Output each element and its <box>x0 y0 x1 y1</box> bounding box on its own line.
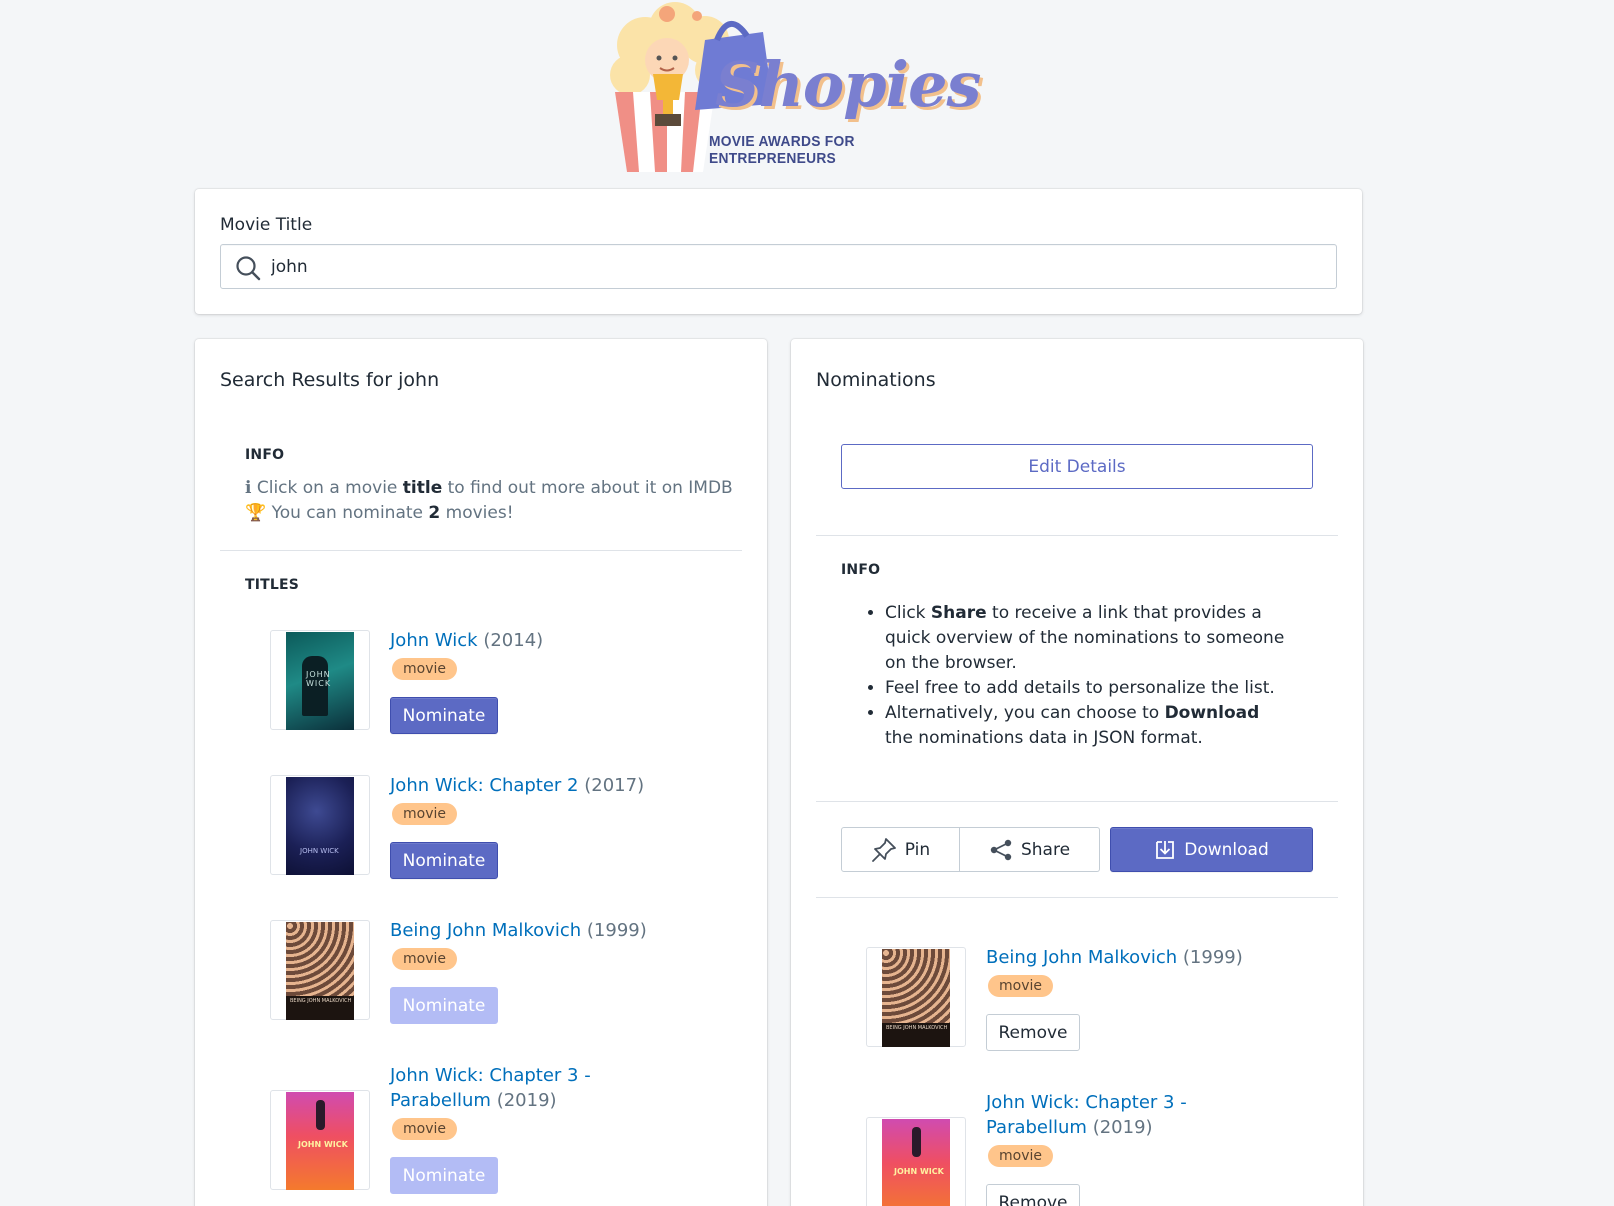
movie-year: (2019) <box>1092 1117 1153 1138</box>
nominate-button[interactable]: Nominate <box>390 697 498 734</box>
info-imdb-line: ℹ Click on a movie title to find out mor… <box>245 478 733 498</box>
search-card: Movie Title <box>195 189 1362 314</box>
pin-label: Pin <box>904 839 931 860</box>
nominations-divider-bottom <box>816 897 1338 898</box>
results-info-heading: INFO <box>245 447 285 463</box>
shopies-logo: Shopies MOVIE AWARDS FOR ENTREPRENEURS <box>605 0 981 176</box>
movie-year: (2019) <box>496 1090 557 1111</box>
movie-year: (1999) <box>1182 947 1243 968</box>
search-field[interactable] <box>220 244 1337 289</box>
result-item: JOHN WICK John Wick (2014) movie Nominate <box>245 628 725 758</box>
pin-share-button-group: Pin Share <box>841 827 1100 872</box>
result-item: JOHN WICK John Wick: Chapter 3 - Parabel… <box>245 1063 725 1194</box>
movie-title: Being John Malkovich (1999) <box>390 918 650 943</box>
movie-title: John Wick: Chapter 2 (2017) <box>390 773 650 798</box>
nominations-info-list: Click Share to receive a link that provi… <box>861 601 1291 751</box>
movie-year: (2014) <box>483 630 544 651</box>
logo-subtitle: MOVIE AWARDS FOR ENTREPRENEURS <box>709 133 855 167</box>
being-john-malkovich-poster-image: BEING JOHN MALKOVICH <box>286 922 354 1020</box>
john-wick-poster-image: JOHN WICK <box>286 632 354 730</box>
john-wick-3-poster-image: JOHN WICK <box>286 1092 354 1190</box>
logo-wordmark: Shopies <box>715 48 981 121</box>
poster-thumbnail[interactable]: JOHN WICK <box>270 630 370 730</box>
edit-details-button[interactable]: Edit Details <box>841 444 1313 489</box>
info-details-bullet: Feel free to add details to personalize … <box>885 676 1291 701</box>
movie-title-link[interactable]: John Wick: Chapter 3 - Parabellum <box>986 1092 1187 1138</box>
nominations-card: Nominations Edit Details INFO Click Shar… <box>791 339 1363 1206</box>
poster-thumbnail[interactable]: JOHN WICK <box>270 1090 370 1190</box>
result-item: BEING JOHN MALKOVICH Being John Malkovic… <box>245 918 725 1048</box>
search-input[interactable] <box>271 251 1321 283</box>
download-label: Download <box>1184 839 1269 860</box>
type-badge: movie <box>392 658 457 680</box>
movie-title-label: Movie Title <box>220 215 313 235</box>
results-divider <box>220 550 742 551</box>
remove-button[interactable]: Remove <box>986 1184 1080 1206</box>
nominated-item: JOHN WICK John Wick: Chapter 3 - Parabel… <box>841 1090 1321 1206</box>
type-badge: movie <box>392 1118 457 1140</box>
nominate-button-disabled[interactable]: Nominate <box>390 1157 498 1194</box>
movie-title: John Wick: Chapter 3 - Parabellum (2019) <box>390 1063 650 1113</box>
movie-title: Being John Malkovich (1999) <box>986 945 1246 970</box>
john-wick-2-poster-image: JOHN WICK <box>286 777 354 875</box>
movie-title: John Wick: Chapter 3 - Parabellum (2019) <box>986 1090 1246 1140</box>
nominations-divider-mid <box>816 801 1338 802</box>
nominate-button-disabled[interactable]: Nominate <box>390 987 498 1024</box>
type-badge: movie <box>392 948 457 970</box>
nominations-info-heading: INFO <box>841 562 881 578</box>
titles-heading: TITLES <box>245 577 300 593</box>
results-title: Search Results for john <box>220 369 440 391</box>
movie-title-link[interactable]: John Wick: Chapter 3 - Parabellum <box>390 1065 591 1111</box>
result-item: JOHN WICK John Wick: Chapter 2 (2017) mo… <box>245 773 725 903</box>
type-badge: movie <box>392 803 457 825</box>
search-results-card: Search Results for john INFO ℹ Click on … <box>195 339 767 1206</box>
being-john-malkovich-poster-image: BEING JOHN MALKOVICH <box>882 949 950 1047</box>
movie-title: John Wick (2014) <box>390 628 650 653</box>
info-share-bullet: Click Share to receive a link that provi… <box>885 601 1291 676</box>
poster-thumbnail[interactable]: JOHN WICK <box>866 1117 966 1206</box>
download-button[interactable]: Download <box>1110 827 1313 872</box>
search-icon <box>236 256 261 281</box>
nominate-button[interactable]: Nominate <box>390 842 498 879</box>
type-badge: movie <box>988 1145 1053 1167</box>
download-icon <box>1156 840 1175 859</box>
john-wick-3-poster-image: JOHN WICK <box>882 1119 950 1206</box>
poster-thumbnail[interactable]: BEING JOHN MALKOVICH <box>866 947 966 1047</box>
info-download-bullet: Alternatively, you can choose to Downloa… <box>885 701 1291 751</box>
share-icon <box>990 839 1012 860</box>
share-button[interactable]: Share <box>960 827 1100 872</box>
nominated-item: BEING JOHN MALKOVICH Being John Malkovic… <box>841 945 1321 1075</box>
info-nominate-limit-line: 🏆 You can nominate 2 movies! <box>245 503 514 523</box>
remove-button[interactable]: Remove <box>986 1014 1080 1051</box>
movie-title-link[interactable]: John Wick: Chapter 2 <box>390 775 579 796</box>
movie-title-link[interactable]: Being John Malkovich <box>390 920 581 941</box>
pin-icon <box>871 837 896 862</box>
type-badge: movie <box>988 975 1053 997</box>
share-label: Share <box>1020 839 1071 860</box>
movie-year: (2017) <box>584 775 645 796</box>
poster-thumbnail[interactable]: JOHN WICK <box>270 775 370 875</box>
nominations-divider-top <box>816 535 1338 536</box>
nominations-title: Nominations <box>816 369 936 391</box>
movie-title-link[interactable]: Being John Malkovich <box>986 947 1177 968</box>
pin-button[interactable]: Pin <box>841 827 960 872</box>
poster-thumbnail[interactable]: BEING JOHN MALKOVICH <box>270 920 370 1020</box>
movie-year: (1999) <box>586 920 647 941</box>
movie-title-link[interactable]: John Wick <box>390 630 478 651</box>
results-info-text: ℹ Click on a movie title to find out mor… <box>245 476 733 526</box>
